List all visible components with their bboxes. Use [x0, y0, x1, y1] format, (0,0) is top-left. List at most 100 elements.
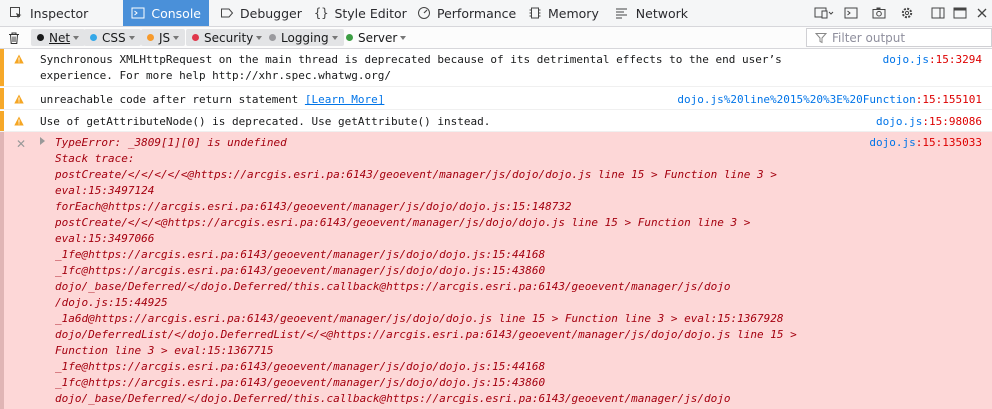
filter-security-button[interactable]: Security	[186, 29, 269, 46]
stack-trace-line: _1fc@https://arcgis.esri.pa:6143/geoeven…	[55, 376, 546, 389]
tab-label: Inspector	[30, 5, 89, 21]
filter-net-button[interactable]: Net	[31, 29, 86, 46]
funnel-icon	[815, 32, 827, 44]
screenshot-icon[interactable]	[871, 5, 887, 21]
warning-icon	[14, 116, 24, 126]
location-line: :15:155101	[915, 93, 982, 106]
responsive-design-icon[interactable]	[812, 5, 836, 21]
filter-label: Net	[49, 30, 71, 45]
chevron-down-icon	[256, 35, 263, 40]
security-dot-icon	[192, 34, 199, 41]
devtools-toolbar: Inspector Console Debugger {} Style Edit…	[0, 0, 992, 27]
logging-dot-icon	[269, 34, 276, 41]
message-location[interactable]: dojo.js%20line%2015%20%3E%20Function:15:…	[677, 92, 982, 108]
chevron-down-icon	[73, 35, 80, 40]
filter-css-button[interactable]: CSS	[84, 29, 141, 46]
tab-performance[interactable]: Performance	[409, 0, 520, 26]
stack-trace-line: postCreate/</</<@https://arcgis.esri.pa:…	[55, 216, 751, 229]
message-text: unreachable code after return statement …	[40, 92, 384, 108]
trash-icon[interactable]	[6, 30, 22, 46]
message-text: Synchronous XMLHttpRequest on the main t…	[40, 53, 782, 66]
inspector-icon	[8, 5, 24, 21]
error-icon: ✕	[16, 137, 27, 151]
expand-arrow-icon[interactable]	[40, 137, 45, 145]
filter-label: JS	[159, 30, 171, 45]
debugger-icon	[220, 5, 234, 21]
console-message-warning[interactable]: Synchronous XMLHttpRequest on the main t…	[0, 49, 992, 87]
stack-trace-line: _1fe@https://arcgis.esri.pa:6143/geoeven…	[55, 360, 546, 373]
location-file: dojo.js	[876, 115, 923, 128]
console-message-warning[interactable]: Use of getAttributeNode() is deprecated.…	[0, 111, 992, 132]
console-filter-bar: Net CSS JS Security Logging Server	[0, 27, 992, 49]
message-text: Use of getAttributeNode() is deprecated.…	[40, 115, 491, 128]
stack-trace-line: /dojo.js:15:44925	[55, 296, 168, 309]
filter-js-button[interactable]: JS	[141, 29, 186, 46]
filter-output-box	[806, 28, 992, 47]
tab-label: Memory	[548, 5, 599, 21]
chevron-down-icon	[331, 35, 338, 40]
message-text-content: unreachable code after return statement	[40, 93, 305, 106]
console-icon	[131, 5, 145, 21]
filter-label: CSS	[102, 30, 126, 45]
stack-trace-line: Stack trace:	[55, 152, 135, 165]
stack-trace-line: forEach@https://arcgis.esri.pa:6143/geoe…	[55, 200, 572, 213]
filter-label: Security	[204, 30, 254, 45]
learn-more-link[interactable]: [Learn More]	[305, 93, 384, 106]
stack-trace-line: postCreate/</</</</<@https://arcgis.esri…	[55, 168, 777, 181]
filter-logging-button[interactable]: Logging	[263, 29, 344, 46]
location-file: dojo.js	[882, 53, 930, 66]
stack-trace-line: _1fc@https://arcgis.esri.pa:6143/geoeven…	[55, 264, 546, 277]
dock-side-icon[interactable]	[930, 5, 946, 21]
js-dot-icon	[147, 34, 154, 41]
console-message-warning[interactable]: unreachable code after return statement …	[0, 88, 992, 110]
stack-trace-line: _1a6d@https://arcgis.esri.pa:6143/geoeve…	[55, 312, 784, 325]
stack-trace-line: eval:15:3497066	[55, 232, 155, 245]
message-gutter	[0, 132, 30, 409]
tab-network[interactable]: Network	[606, 0, 696, 26]
tab-console[interactable]: Console	[123, 0, 209, 26]
location-file: dojo.js%20line%2015%20%3E%20Function	[677, 93, 916, 106]
error-stack: TypeError: _3809[1][0] is undefined Stack…	[55, 135, 797, 407]
filter-label: Server	[358, 30, 398, 45]
chevron-down-icon	[400, 35, 407, 40]
net-dot-icon	[37, 34, 44, 41]
location-file: dojo.js	[869, 136, 916, 149]
error-message-text: TypeError: _3809[1][0] is undefined	[55, 136, 287, 149]
tab-label: Network	[635, 5, 688, 21]
filter-label: Logging	[281, 30, 329, 45]
location-line: :15:98086	[922, 115, 982, 128]
stack-trace-line: dojo/_base/Deferred/</dojo.Deferred/this…	[55, 392, 731, 405]
tab-label: Style Editor	[334, 5, 407, 21]
memory-icon	[528, 5, 542, 21]
network-icon	[614, 5, 630, 21]
filter-server-button[interactable]: Server	[340, 29, 412, 46]
tab-label: Console	[151, 5, 201, 21]
server-dot-icon	[346, 34, 353, 41]
chevron-down-icon	[128, 35, 135, 40]
message-text: experience. For more help http://xhr.spe…	[40, 69, 391, 82]
filter-output-input[interactable]	[832, 30, 991, 45]
scratchpad-icon[interactable]	[843, 5, 859, 21]
warning-icon	[14, 54, 24, 64]
css-dot-icon	[90, 34, 97, 41]
console-message-error[interactable]: ✕ TypeError: _3809[1][0] is undefined Sta…	[0, 132, 992, 409]
undock-icon[interactable]	[952, 5, 968, 21]
stack-trace-line: eval:15:3497124	[55, 184, 155, 197]
tab-style-editor[interactable]: {} Style Editor	[306, 0, 408, 26]
chevron-down-icon	[173, 35, 180, 40]
stack-trace-line: _1fe@https://arcgis.esri.pa:6143/geoeven…	[55, 248, 546, 261]
close-icon[interactable]	[974, 5, 990, 21]
tab-debugger[interactable]: Debugger	[212, 0, 304, 26]
tab-inspector[interactable]: Inspector	[0, 0, 123, 26]
gear-icon[interactable]	[899, 5, 915, 21]
style-editor-icon: {}	[314, 6, 329, 20]
stack-trace-line: Function line 3 > eval:15:1367715	[55, 344, 274, 357]
performance-icon	[417, 5, 431, 21]
message-location[interactable]: dojo.js:15:98086	[876, 114, 982, 130]
location-line: :15:3294	[929, 53, 982, 66]
warning-icon	[14, 94, 24, 104]
message-location[interactable]: dojo.js:15:3294	[883, 52, 982, 68]
tab-label: Debugger	[240, 5, 302, 21]
message-location[interactable]: dojo.js:15:135033	[869, 135, 982, 151]
tab-memory[interactable]: Memory	[520, 0, 605, 26]
